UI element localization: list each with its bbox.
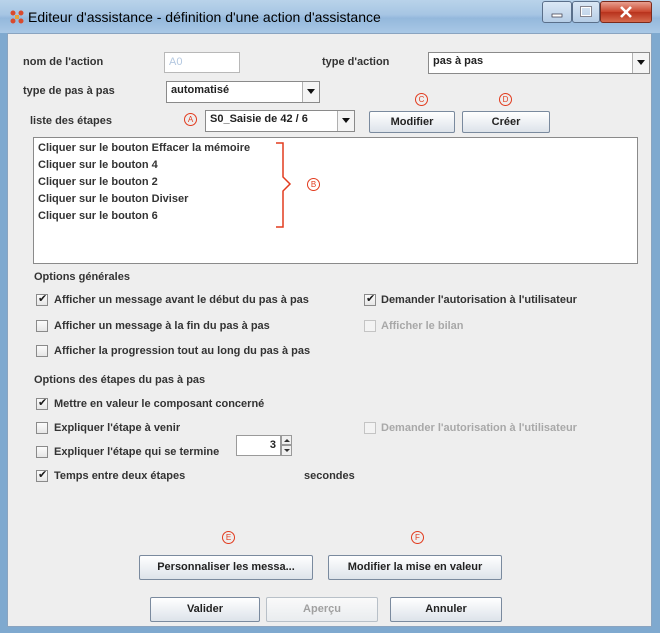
nom-value: A0 [169, 56, 183, 68]
type-action-label: type d'action [322, 56, 390, 68]
maximize-icon [580, 6, 592, 17]
delay-unit-label: secondes [304, 470, 355, 482]
chevron-down-icon[interactable] [337, 111, 354, 131]
personnaliser-button[interactable]: Personnaliser les messa... [139, 555, 313, 580]
dialog-window: Editeur d'assistance - définition d'une … [0, 0, 660, 633]
title-bar[interactable]: Editeur d'assistance - définition d'une … [0, 0, 660, 33]
window-title: Editeur d'assistance - définition d'une … [28, 9, 381, 25]
general-opt1-label: Afficher un message avant le début du pa… [54, 294, 309, 306]
minimize-button[interactable] [542, 1, 572, 23]
general-opt5-label: Afficher le bilan [381, 320, 464, 332]
general-opt4-label: Demander l'autorisation à l'utilisateur [381, 294, 577, 306]
nom-field[interactable]: A0 [164, 52, 240, 73]
minimize-icon [551, 13, 563, 18]
type-action-select[interactable]: pas à pas [428, 52, 650, 74]
close-icon [620, 6, 632, 18]
general-opt3-checkbox[interactable] [36, 345, 48, 357]
liste-label: liste des étapes [30, 115, 112, 127]
steps-opt5-label: Demander l'autorisation à l'utilisateur [381, 422, 577, 434]
apercu-button: Aperçu [266, 597, 378, 622]
steps-opt1-checkbox[interactable] [36, 396, 48, 410]
maximize-button[interactable] [572, 1, 600, 23]
list-item[interactable]: Cliquer sur le bouton 6 [38, 210, 158, 222]
marker-e: E [222, 531, 235, 544]
steps-opt4-checkbox[interactable] [36, 468, 48, 482]
close-button[interactable] [600, 1, 652, 23]
bracket-annotation [276, 142, 292, 228]
type-pas-value: automatisé [171, 84, 230, 96]
annuler-button[interactable]: Annuler [390, 597, 502, 622]
steps-opt2-label: Expliquer l'étape à venir [54, 422, 181, 434]
nom-label: nom de l'action [23, 56, 104, 68]
general-opt1-checkbox[interactable] [36, 292, 48, 306]
steps-opt5-checkbox [364, 422, 376, 434]
steps-list[interactable]: Cliquer sur le bouton Effacer la mémoire… [33, 137, 638, 264]
chevron-down-icon[interactable] [632, 53, 649, 73]
steps-options-title: Options des étapes du pas à pas [34, 374, 206, 386]
marker-b: B [307, 178, 320, 191]
liste-value: S0_Saisie de 42 / 6 [210, 113, 308, 125]
marker-f: F [411, 531, 424, 544]
marker-d: D [499, 93, 512, 106]
steps-opt1-label: Mettre en valeur le composant concerné [54, 398, 265, 410]
app-icon [10, 10, 24, 24]
spinner-down-icon[interactable] [281, 445, 292, 456]
general-opt2-checkbox[interactable] [36, 320, 48, 332]
spinner-up-icon[interactable] [281, 435, 292, 445]
valider-button[interactable]: Valider [150, 597, 260, 622]
general-opt3-label: Afficher la progression tout au long du … [54, 345, 311, 357]
steps-opt3-label: Expliquer l'étape qui se termine [54, 446, 220, 458]
modifier-button[interactable]: Modifier [369, 111, 455, 133]
dialog-content: nom de l'action A0 type d'action pas à p… [7, 33, 652, 627]
creer-button[interactable]: Créer [462, 111, 550, 133]
marker-a: A [184, 113, 197, 126]
list-item[interactable]: Cliquer sur le bouton 4 [38, 159, 158, 171]
general-opt2-label: Afficher un message à la fin du pas à pa… [54, 320, 270, 332]
modifier-mise-button[interactable]: Modifier la mise en valeur [328, 555, 502, 580]
general-opt4-checkbox[interactable] [364, 292, 376, 306]
marker-c: C [415, 93, 428, 106]
delay-spinner[interactable]: 3 [236, 435, 293, 456]
steps-opt4-label: Temps entre deux étapes [54, 470, 186, 482]
steps-opt2-checkbox[interactable] [36, 422, 48, 434]
delay-field[interactable]: 3 [236, 435, 281, 456]
list-item[interactable]: Cliquer sur le bouton Diviser [38, 193, 188, 205]
list-item[interactable]: Cliquer sur le bouton 2 [38, 176, 158, 188]
list-item[interactable]: Cliquer sur le bouton Effacer la mémoire [38, 142, 250, 154]
steps-opt3-checkbox[interactable] [36, 446, 48, 458]
general-options-title: Options générales [34, 271, 130, 283]
liste-etapes-select[interactable]: S0_Saisie de 42 / 6 [205, 110, 355, 132]
type-pas-label: type de pas à pas [23, 85, 115, 97]
chevron-down-icon[interactable] [302, 82, 319, 102]
type-action-value: pas à pas [433, 55, 484, 67]
general-opt5-checkbox [364, 320, 376, 332]
type-pas-select[interactable]: automatisé [166, 81, 320, 103]
